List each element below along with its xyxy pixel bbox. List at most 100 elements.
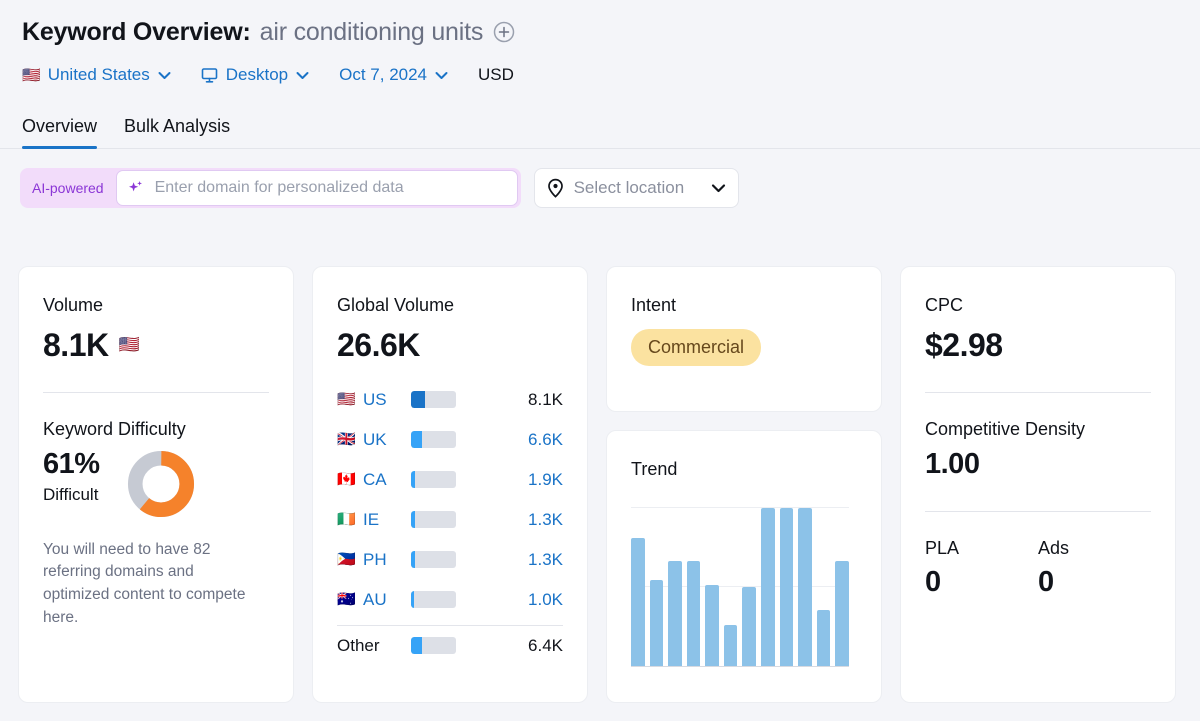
cpc-label: CPC bbox=[925, 295, 1151, 317]
competitive-density-label: Competitive Density bbox=[925, 419, 1151, 440]
country-row[interactable]: 🇨🇦CA 1.9K bbox=[337, 460, 563, 500]
country-row[interactable]: 🇦🇺AU 1.0K bbox=[337, 580, 563, 620]
country-volume-value: 1.3K bbox=[456, 550, 563, 570]
country-code: Other bbox=[337, 636, 411, 656]
tab-bar: Overview Bulk Analysis bbox=[0, 106, 1200, 149]
title-row: Keyword Overview: air conditioning units bbox=[22, 12, 1200, 52]
country-volume-value: 6.4K bbox=[456, 636, 563, 656]
tab-overview[interactable]: Overview bbox=[22, 116, 97, 148]
tab-bulk-analysis[interactable]: Bulk Analysis bbox=[124, 116, 230, 148]
country-row-other[interactable]: Other 6.4K bbox=[337, 626, 563, 666]
country-volume-bar bbox=[411, 551, 456, 568]
pla-label: PLA bbox=[925, 538, 1038, 559]
date-label: Oct 7, 2024 bbox=[339, 65, 427, 85]
country-code: UK bbox=[363, 430, 411, 450]
country-volume-bar bbox=[411, 431, 456, 448]
ai-domain-search: AI-powered bbox=[20, 168, 521, 208]
country-volume-bar bbox=[411, 391, 456, 408]
plus-circle-icon[interactable] bbox=[493, 21, 515, 43]
us-flag-icon: 🇺🇸 bbox=[22, 68, 41, 83]
keyword-difficulty-row: 61% Difficult bbox=[43, 448, 269, 523]
trend-bar[interactable] bbox=[668, 561, 682, 665]
search-row: AI-powered Select location bbox=[0, 149, 1200, 209]
country-row[interactable]: 🇮🇪IE1.3K bbox=[337, 500, 563, 540]
trend-bar[interactable] bbox=[817, 610, 831, 665]
ads-block: Ads 0 bbox=[1038, 538, 1151, 599]
country-selector[interactable]: 🇺🇸 United States bbox=[22, 65, 171, 85]
country-flag-icon: 🇺🇸 bbox=[337, 392, 363, 407]
trend-bar[interactable] bbox=[742, 587, 756, 666]
cpc-card: CPC $2.98 Competitive Density 1.00 PLA 0… bbox=[900, 266, 1176, 703]
country-volume-value: 6.6K bbox=[456, 430, 563, 450]
location-pin-icon bbox=[546, 178, 565, 198]
page-title: Keyword Overview: bbox=[22, 18, 251, 47]
divider bbox=[925, 392, 1151, 393]
competitive-density-value: 1.00 bbox=[925, 448, 1151, 481]
monitor-icon bbox=[201, 67, 218, 84]
country-volume-value: 1.3K bbox=[456, 510, 563, 530]
ads-label: Ads bbox=[1038, 538, 1151, 559]
volume-card: Volume 8.1K 🇺🇸 Keyword Difficulty 61% Di… bbox=[18, 266, 294, 703]
country-code: US bbox=[363, 390, 411, 410]
country-flag-icon: 🇨🇦 bbox=[337, 472, 363, 487]
domain-input-wrap[interactable] bbox=[116, 170, 518, 206]
country-row[interactable]: 🇺🇸US 8.1K bbox=[337, 380, 563, 420]
currency-label: USD bbox=[478, 65, 514, 85]
country-flag-icon: 🇬🇧 bbox=[337, 432, 363, 447]
device-selector[interactable]: Desktop bbox=[201, 65, 309, 85]
pla-block: PLA 0 bbox=[925, 538, 1038, 599]
chevron-down-icon bbox=[158, 71, 171, 80]
divider bbox=[43, 392, 269, 393]
trend-bar[interactable] bbox=[761, 508, 775, 666]
trend-bar[interactable] bbox=[705, 585, 719, 666]
country-volume-bar bbox=[411, 511, 456, 528]
location-label: Select location bbox=[574, 178, 685, 198]
trend-bar[interactable] bbox=[631, 538, 645, 666]
country-flag-icon: 🇵🇭 bbox=[337, 552, 363, 567]
keyword-text: air conditioning units bbox=[260, 18, 484, 47]
kd-word: Difficult bbox=[43, 485, 123, 505]
ai-powered-badge: AI-powered bbox=[32, 180, 116, 196]
intent-card: Intent Commercial bbox=[606, 266, 882, 412]
location-selector[interactable]: Select location bbox=[534, 168, 740, 208]
country-code: AU bbox=[363, 590, 411, 610]
country-row[interactable]: 🇵🇭PH 1.3K bbox=[337, 540, 563, 580]
country-volume-value: 8.1K bbox=[456, 390, 563, 410]
country-code: PH bbox=[363, 550, 411, 570]
header-filters: 🇺🇸 United States Desktop Oct 7, 2024 bbox=[22, 58, 1200, 92]
trend-bar[interactable] bbox=[650, 580, 664, 665]
device-label: Desktop bbox=[226, 65, 288, 85]
country-volume-value: 1.0K bbox=[456, 590, 563, 610]
country-row[interactable]: 🇬🇧UK 6.6K bbox=[337, 420, 563, 460]
pla-value: 0 bbox=[925, 566, 1038, 599]
country-flag-icon: 🇦🇺 bbox=[337, 592, 363, 607]
us-flag-icon: 🇺🇸 bbox=[119, 335, 140, 355]
domain-input[interactable] bbox=[153, 178, 487, 198]
global-volume-card: Global Volume 26.6K 🇺🇸US8.1K🇬🇧UK6.6K🇨🇦CA… bbox=[312, 266, 588, 703]
intent-label: Intent bbox=[631, 295, 857, 317]
volume-value-row: 8.1K 🇺🇸 bbox=[43, 327, 269, 364]
intent-badge[interactable]: Commercial bbox=[631, 329, 761, 366]
date-selector[interactable]: Oct 7, 2024 bbox=[339, 65, 448, 85]
country-volume-list: 🇺🇸US 8.1K 🇬🇧UK 6.6K 🇨🇦CA 1.9K 🇮🇪IE1.3K 🇵🇭PH 1.3K… bbox=[337, 380, 563, 666]
keyword-difficulty-label: Keyword Difficulty bbox=[43, 419, 269, 440]
metrics-cards: Volume 8.1K 🇺🇸 Keyword Difficulty 61% Di… bbox=[18, 266, 1182, 703]
country-volume-bar bbox=[411, 637, 456, 654]
trend-bar[interactable] bbox=[724, 625, 738, 666]
country-code: CA bbox=[363, 470, 411, 490]
chevron-down-icon bbox=[711, 183, 726, 193]
trend-bar[interactable] bbox=[780, 508, 794, 666]
chart-baseline bbox=[631, 666, 849, 667]
trend-bar[interactable] bbox=[835, 561, 849, 665]
country-volume-bar bbox=[411, 591, 456, 608]
global-volume-value: 26.6K bbox=[337, 327, 563, 364]
volume-label: Volume bbox=[43, 295, 269, 317]
volume-value: 8.1K bbox=[43, 327, 109, 364]
kd-note: You will need to have 82 referring domai… bbox=[43, 539, 258, 630]
country-volume-value: 1.9K bbox=[456, 470, 563, 490]
trend-bars bbox=[631, 508, 849, 666]
trend-bar[interactable] bbox=[798, 508, 812, 666]
kd-value: 61% bbox=[43, 448, 123, 481]
trend-bar[interactable] bbox=[687, 561, 701, 665]
country-volume-bar bbox=[411, 471, 456, 488]
